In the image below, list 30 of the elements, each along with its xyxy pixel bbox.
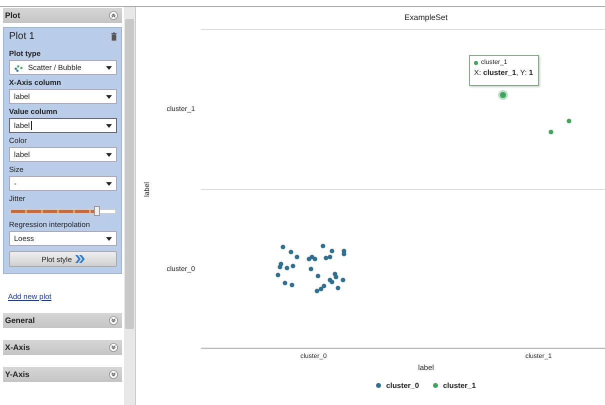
section-title: General — [5, 316, 35, 325]
section-header[interactable]: X-Axis — [3, 340, 122, 355]
jitter-slider[interactable] — [9, 205, 118, 217]
caret-icon — [106, 236, 112, 240]
section-header[interactable]: Y-Axis — [3, 367, 122, 382]
caret-icon — [106, 94, 112, 98]
caret-icon — [106, 124, 112, 128]
series-dot — [474, 60, 478, 64]
collapse-icon[interactable] — [109, 11, 118, 20]
trash-icon[interactable] — [111, 32, 118, 41]
expand-icon[interactable] — [109, 370, 118, 379]
chart-title: ExampleSet — [403, 12, 449, 24]
text-cursor — [30, 121, 32, 130]
section-header[interactable]: Plot — [3, 8, 122, 23]
scatter-icon — [14, 64, 24, 72]
section-title: Plot — [5, 11, 20, 20]
slider-thumb[interactable] — [94, 206, 100, 216]
scrollbar[interactable] — [124, 7, 135, 405]
scrollbar-thumb[interactable] — [125, 19, 134, 329]
plot-title: Plot 1 — [9, 31, 35, 42]
section-title: X-Axis — [5, 343, 30, 352]
double-arrow-icon — [74, 255, 85, 263]
highlighted-point[interactable] — [498, 90, 508, 100]
caret-icon — [106, 66, 112, 70]
section-title: Y-Axis — [5, 370, 30, 379]
caret-icon — [106, 182, 112, 186]
expand-icon[interactable] — [109, 316, 118, 325]
section-header[interactable]: General — [3, 313, 122, 328]
expand-icon[interactable] — [109, 343, 118, 352]
caret-icon — [106, 152, 112, 156]
